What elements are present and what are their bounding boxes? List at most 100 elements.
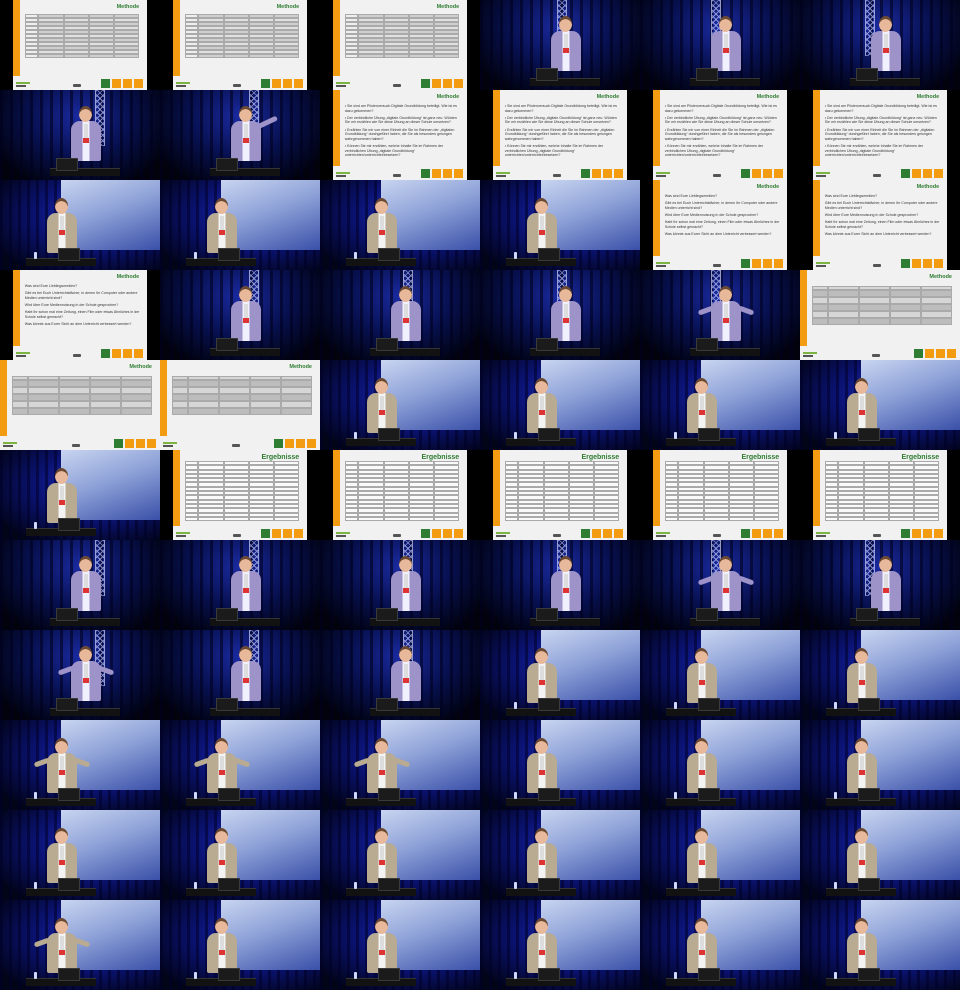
name-badge (539, 410, 545, 415)
accent-bar (652, 90, 660, 166)
table-row (812, 297, 952, 304)
question-item: Was könnte aus Eurer Sicht an dem Unterr… (24, 321, 132, 326)
footer-square (307, 439, 316, 448)
footer-square (272, 79, 282, 88)
thumbnail-questions_a: Methode • Sie sind am Pilotenversuch Digi… (800, 90, 960, 180)
footer-square (763, 529, 773, 538)
slide: Ergebnisse (492, 450, 628, 540)
name-badge (699, 950, 705, 955)
water-bottle (834, 972, 837, 979)
laptop (376, 608, 398, 621)
footer-square (934, 169, 944, 178)
slide: Methode Was sind Eure Lieblingsmedien? Gib… (812, 180, 948, 270)
head (535, 828, 548, 844)
table-row (12, 387, 152, 394)
water-bottle (194, 972, 197, 979)
footer-square (923, 259, 933, 268)
slide: Methode • Sie sind am Pilotenversuch Digi… (812, 90, 948, 180)
thumbnail-stage (0, 540, 160, 630)
head (695, 738, 708, 754)
table (504, 461, 620, 522)
name-badge (883, 588, 889, 593)
thumbnail-grey_table: Methode (0, 360, 160, 450)
footer-square (283, 529, 293, 538)
table-row (812, 304, 952, 311)
question-item: Habt Ihr schon mal eine Zeitung, einen F… (824, 220, 940, 229)
accent-bar (652, 180, 660, 256)
thumbnail-results: Ergebnisse (800, 450, 960, 540)
thumbnail-stage (320, 630, 480, 720)
license-badge (73, 84, 82, 87)
water-bottle (514, 792, 517, 799)
footer-square (101, 79, 111, 88)
question-item: Wird über Eure Mediennutzung in der Schu… (824, 212, 919, 217)
thumbnail-grey_table: Methode (800, 270, 960, 360)
logo (3, 442, 17, 448)
head (239, 286, 252, 302)
thumbnail-screen (640, 720, 800, 810)
thumbnail-screen (160, 810, 320, 900)
logo (495, 172, 510, 178)
slide-footer (653, 526, 787, 540)
slide-title: Methode (436, 4, 460, 10)
question-item: • Können Sie mir erzählen, welche Inhalt… (664, 143, 764, 158)
head (79, 106, 92, 122)
footer-square (125, 439, 134, 448)
slide-title: Ergebnisse (741, 454, 780, 461)
head (879, 556, 892, 572)
water-bottle (194, 252, 197, 259)
name-badge (403, 318, 409, 323)
slide-title: Ergebnisse (261, 454, 300, 461)
table-row (172, 401, 312, 408)
footer-square (123, 349, 133, 358)
question-item: • Sie sind am Pilotenversuch Digitale Gr… (504, 104, 617, 113)
head (399, 286, 412, 302)
table (344, 461, 460, 522)
accent-bar (172, 450, 180, 526)
head (559, 286, 572, 302)
logo (655, 172, 670, 178)
head (375, 918, 388, 934)
name-badge (699, 680, 705, 685)
name-badge (243, 318, 249, 323)
license-badge (233, 534, 242, 537)
question-item: • Erzählen Sie mir von einer Einheit die… (504, 127, 615, 141)
footer-square (763, 259, 773, 268)
thumbnail-stage (480, 540, 640, 630)
laptop (378, 878, 400, 891)
thumbnail-questions_a: Methode • Sie sind am Pilotenversuch Digi… (480, 90, 640, 180)
thumbnail-stage (0, 630, 160, 720)
footer-square (294, 79, 304, 88)
footer-square (432, 169, 442, 178)
thumbnail-screen (640, 630, 800, 720)
laptop (378, 968, 400, 981)
head (535, 648, 548, 664)
license-badge (233, 84, 242, 87)
head (559, 556, 572, 572)
thumbnail-grid: Methode Methode Methode Methode • Sie sind a… (0, 0, 960, 990)
thumbnail-screen (0, 180, 160, 270)
name-badge (219, 230, 225, 235)
head (855, 738, 868, 754)
name-badge (699, 410, 705, 415)
footer-square (947, 349, 956, 358)
thumbnail-screen (320, 360, 480, 450)
table-row (812, 290, 952, 297)
thumbnail-screen (800, 810, 960, 900)
logo (15, 352, 30, 358)
head (215, 828, 228, 844)
question-item: • Sie sind am Pilotenversuch Digitale Gr… (664, 104, 777, 113)
footer-square (923, 169, 933, 178)
footer-square (134, 349, 144, 358)
thumbnail-stage (480, 0, 640, 90)
thumbnail-stage (160, 540, 320, 630)
thumbnail-stage (320, 270, 480, 360)
table (184, 461, 300, 522)
head (535, 198, 548, 214)
head (215, 918, 228, 934)
slide: Methode Was sind Eure Lieblingsmedien? Gib… (12, 270, 148, 360)
laptop (698, 878, 720, 891)
footer-square (261, 529, 271, 538)
thumbnail-grey_table: Methode (160, 360, 320, 450)
logo (175, 532, 190, 538)
